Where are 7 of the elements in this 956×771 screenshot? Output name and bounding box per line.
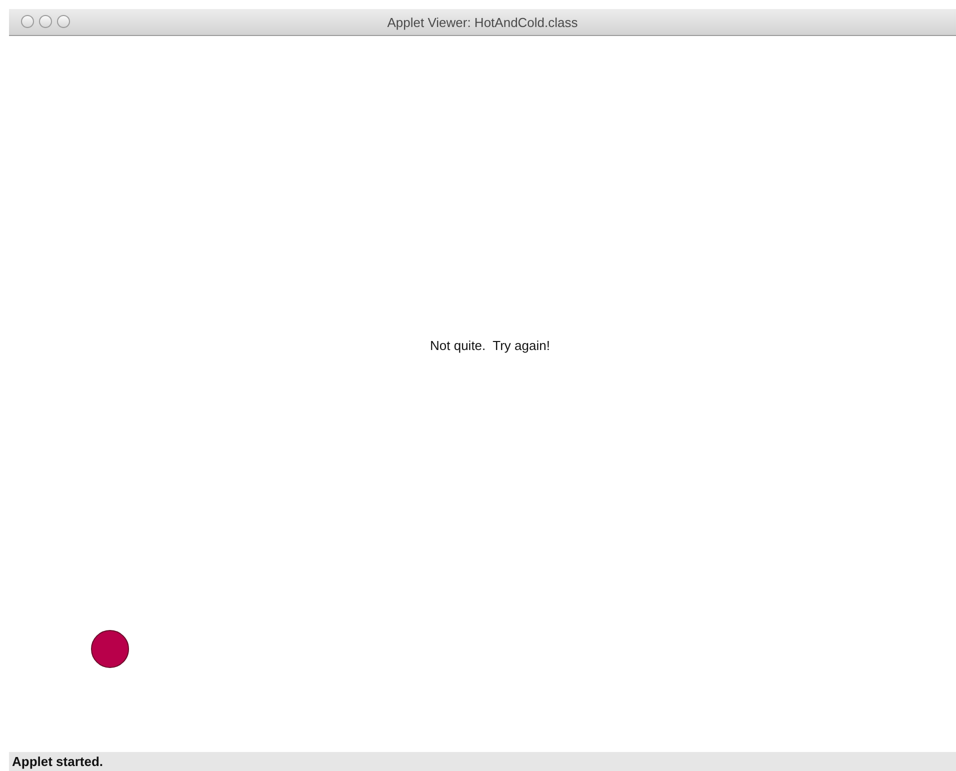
status-text: Applet started. xyxy=(12,754,104,769)
minimize-button[interactable] xyxy=(39,15,52,28)
ball xyxy=(91,630,129,668)
zoom-button[interactable] xyxy=(57,15,70,28)
close-button[interactable] xyxy=(21,15,34,28)
window-title: Applet Viewer: HotAndCold.class xyxy=(387,14,578,30)
game-message: Not quite. Try again! xyxy=(430,338,550,353)
